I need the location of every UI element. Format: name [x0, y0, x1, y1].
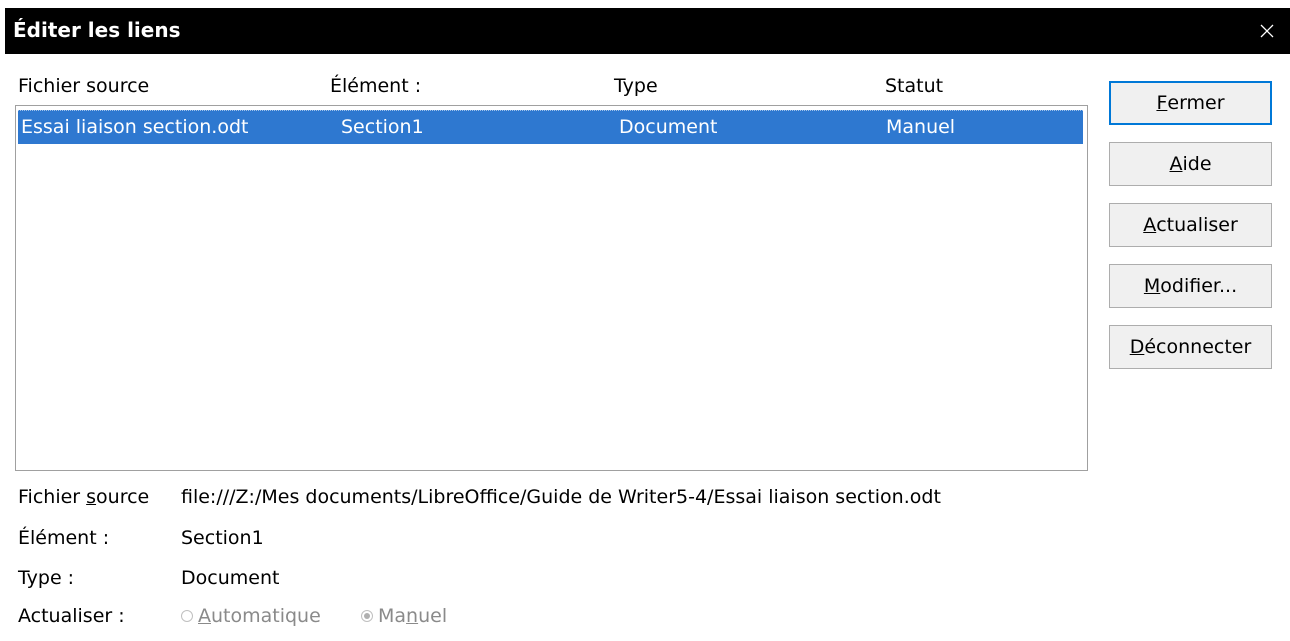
help-button[interactable]: Aide: [1109, 142, 1272, 186]
close-icon: [1260, 24, 1274, 38]
radio-manual-indicator[interactable]: [361, 610, 373, 622]
list-row-selected[interactable]: Essai liaison section.odt Section1 Docum…: [18, 110, 1083, 144]
close-window-button[interactable]: [1244, 8, 1290, 54]
source-label: Fichier source: [18, 486, 150, 508]
header-type[interactable]: Type: [614, 75, 658, 97]
update-mode-label: Actualiser :: [18, 605, 125, 627]
radio-manual[interactable]: Ma n uel: [361, 605, 447, 627]
radio-automatic[interactable]: Automatique: [181, 605, 321, 627]
cell-type: Document: [619, 116, 718, 138]
dialog-title: Éditer les liens: [13, 18, 181, 42]
cell-source: Essai liaison section.odt: [21, 116, 249, 138]
type-value: Document: [181, 567, 280, 589]
element-value: Section1: [181, 527, 264, 549]
header-status[interactable]: Statut: [885, 75, 943, 97]
edit-links-dialog: Éditer les liens Fichier source Élément …: [0, 0, 1290, 641]
cell-status: Manuel: [886, 116, 956, 138]
links-list[interactable]: Essai liaison section.odt Section1 Docum…: [15, 105, 1088, 471]
type-label: Type :: [18, 567, 75, 589]
header-source[interactable]: Fichier source: [18, 75, 149, 97]
header-element[interactable]: Élément :: [330, 75, 421, 97]
close-button[interactable]: Fermer: [1109, 81, 1272, 125]
disconnect-button[interactable]: Déconnecter: [1109, 325, 1272, 369]
element-label: Élément :: [18, 527, 110, 549]
source-value: file:///Z:/Mes documents/LibreOffice/Gui…: [181, 486, 941, 508]
update-button[interactable]: Actualiser: [1109, 203, 1272, 247]
title-bar: Éditer les liens: [5, 8, 1290, 54]
modify-button[interactable]: Modifier...: [1109, 264, 1272, 308]
cell-element: Section1: [341, 116, 424, 138]
radio-automatic-indicator[interactable]: [181, 610, 193, 622]
